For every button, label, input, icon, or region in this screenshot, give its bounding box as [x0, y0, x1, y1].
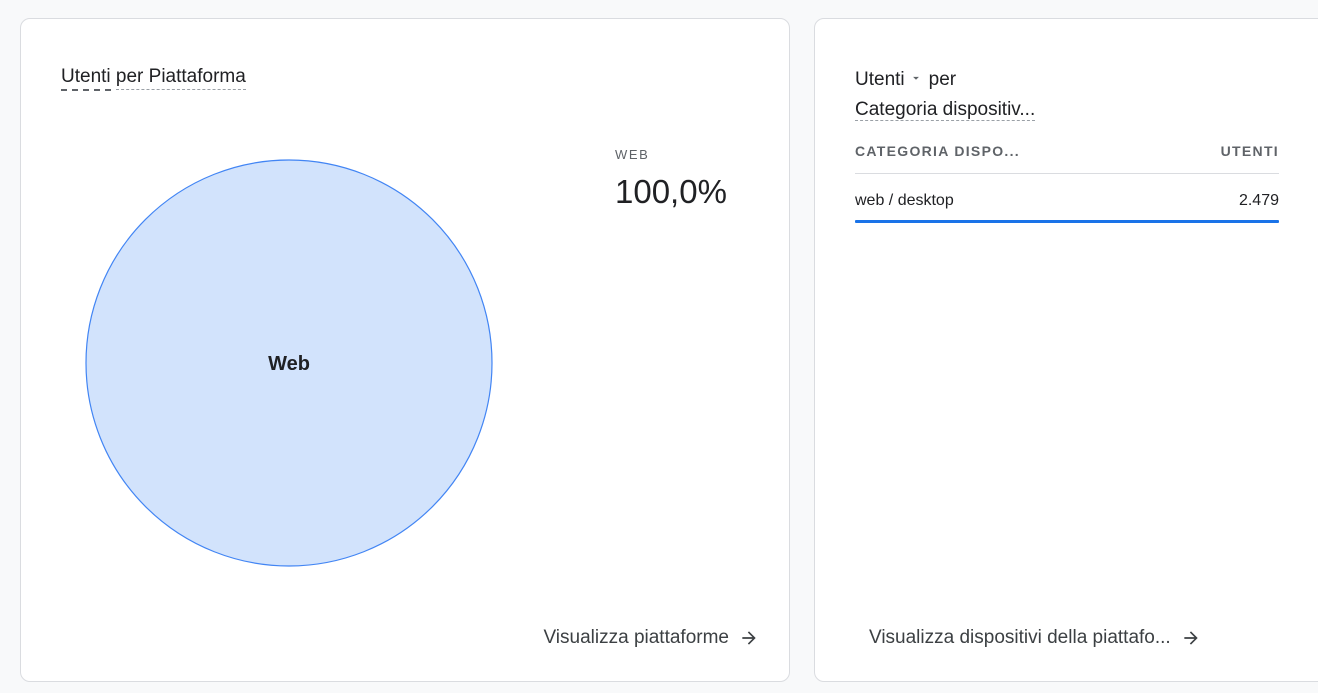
- pie-chart: Web: [83, 157, 495, 569]
- view-devices-link[interactable]: Visualizza dispositivi della piattafo...: [869, 627, 1201, 649]
- row-value: 2.479: [1238, 192, 1279, 209]
- row-category: web / desktop: [855, 192, 954, 209]
- metric-label: Utenti: [855, 69, 905, 90]
- card-title: Utenti per Categoria dispositiv...: [855, 65, 1155, 125]
- title-metric[interactable]: Utenti: [61, 66, 111, 91]
- legend-category: WEB: [615, 147, 650, 162]
- platform-users-card: Utenti per Piattaforma Web WEB 100,0% Vi…: [20, 18, 790, 682]
- pie-chart-svg: Web: [85, 159, 493, 567]
- view-devices-label: Visualizza dispositivi della piattafo...: [869, 627, 1171, 648]
- table-header: CATEGORIA DISPO... UTENTI: [855, 139, 1279, 174]
- device-table: CATEGORIA DISPO... UTENTI web / desktop …: [855, 139, 1279, 223]
- title-dimension[interactable]: per Piattaforma: [115, 66, 246, 90]
- metric-selector[interactable]: Utenti: [855, 65, 923, 95]
- pie-slice-label: Web: [268, 353, 310, 375]
- row-share-bar: [855, 220, 1279, 223]
- caret-down-icon: [909, 65, 923, 95]
- legend-value: 100,0%: [615, 173, 727, 210]
- table-row[interactable]: web / desktop 2.479: [855, 174, 1279, 220]
- page: Utenti per Piattaforma Web WEB 100,0% Vi…: [0, 0, 1318, 693]
- view-platforms-label: Visualizza piattaforme: [543, 627, 729, 648]
- dimension-selector[interactable]: Categoria dispositiv...: [855, 99, 1036, 121]
- title-by: per: [928, 69, 957, 90]
- arrow-right-icon: [739, 628, 759, 648]
- header-users: UTENTI: [1220, 143, 1279, 159]
- arrow-right-icon: [1181, 628, 1201, 648]
- view-platforms-link[interactable]: Visualizza piattaforme: [543, 627, 759, 649]
- card-title: Utenti per Piattaforma: [61, 65, 246, 91]
- device-category-card: Utenti per Categoria dispositiv... CATEG…: [814, 18, 1318, 682]
- header-category: CATEGORIA DISPO...: [855, 143, 1020, 159]
